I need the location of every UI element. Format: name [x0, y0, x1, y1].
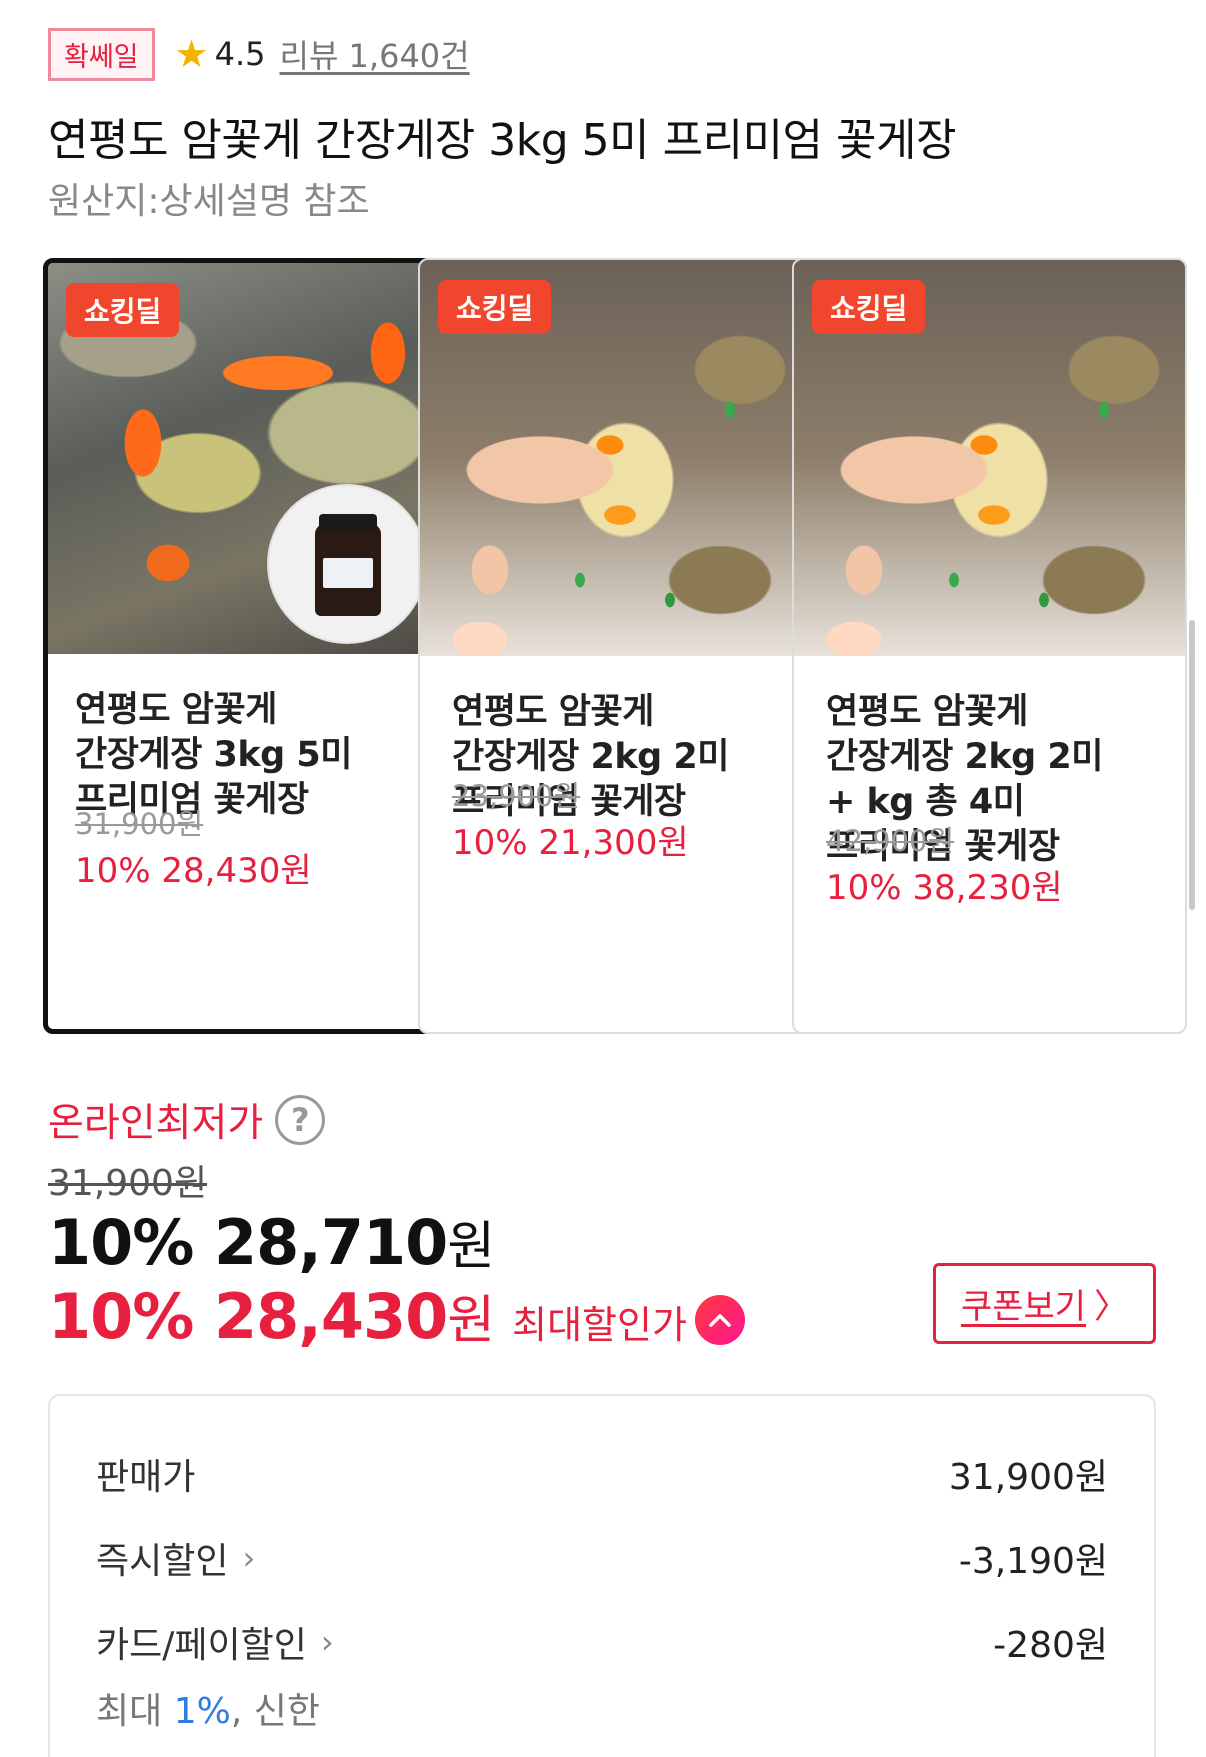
option-card-3[interactable]: 쇼킹딜 연평도 암꽃게 간장게장 2kg 2미 + kg 총 4미 프리미엄 꽃…	[792, 258, 1187, 1034]
max-discount-row: 10% 28,430원 최대할인가	[48, 1278, 745, 1353]
product-title: 연평도 암꽃게 간장게장 3kg 5미 프리미엄 꽃게장	[48, 115, 956, 166]
origin-text: 원산지:상세설명 참조	[48, 181, 370, 222]
option-image: 쇼킹딜	[48, 263, 433, 654]
lowest-price-label: 온라인최저가	[48, 1101, 264, 1146]
lowest-price-row: 온라인최저가 ?	[48, 1092, 326, 1148]
option-sale-price: 10% 21,300원	[452, 823, 689, 863]
option-image: 쇼킹딜	[420, 260, 811, 656]
rating-value: 4.5	[214, 35, 266, 73]
option-card-1[interactable]: 쇼킹딜 연평도 암꽃게 간장게장 3kg 5미 프리미엄 꽃게장 31,900원…	[43, 258, 438, 1034]
price-breakdown: 판매가 31,900원 즉시할인 › -3,190원 카드/페이할인 › -28…	[48, 1394, 1156, 1757]
product-detail-page: 확쎄일 ★ 4.5 리뷰 1,640건 연평도 암꽃게 간장게장 3kg 5미 …	[0, 0, 1206, 1757]
breakdown-value: -280원	[993, 1625, 1108, 1666]
option-original-price: 31,900원	[75, 807, 204, 841]
chevron-right-icon: ›	[242, 1539, 256, 1577]
max-discount-price: 10% 28,430원	[48, 1278, 495, 1353]
breakdown-value: 31,900원	[948, 1457, 1108, 1498]
max-discount-label: 최대할인가	[512, 1303, 687, 1347]
option-original-price: 42,900원	[826, 824, 955, 858]
shocking-deal-badge: 쇼킹딜	[438, 280, 552, 334]
coupon-button[interactable]: 쿠폰보기 〉	[933, 1263, 1156, 1344]
breakdown-label-wrap: 즉시할인 ›	[96, 1532, 255, 1584]
review-count-link[interactable]: 리뷰 1,640건	[280, 31, 470, 77]
chevron-right-icon: ›	[320, 1623, 334, 1661]
sale-percent: 10%	[48, 1206, 194, 1279]
original-price: 31,900원	[48, 1163, 208, 1204]
breakdown-row[interactable]: 즉시할인 › -3,190원	[96, 1532, 1108, 1584]
note-prefix: 최대	[96, 1691, 174, 1732]
option-carousel[interactable]: 쇼킹딜 연평도 암꽃게 간장게장 3kg 5미 프리미엄 꽃게장 31,900원…	[0, 258, 1206, 1034]
breakdown-label: 즉시할인	[96, 1541, 229, 1582]
option-sale-price: 10% 28,430원	[75, 851, 312, 891]
shocking-deal-badge: 쇼킹딜	[66, 283, 180, 337]
sale-amount: 28,710	[214, 1206, 448, 1279]
caret-up-icon[interactable]	[694, 1294, 745, 1345]
rating-row: 확쎄일 ★ 4.5 리뷰 1,640건	[48, 26, 470, 82]
sale-price: 10% 28,710원	[48, 1204, 495, 1279]
chevron-right-icon: 〉	[1094, 1287, 1129, 1327]
product-jar-image	[267, 484, 427, 644]
breakdown-label: 판매가	[96, 1457, 196, 1498]
breakdown-row[interactable]: 카드/페이할인 › -280원	[96, 1616, 1108, 1668]
help-icon[interactable]: ?	[275, 1095, 326, 1145]
note-suffix: , 신한	[230, 1691, 320, 1732]
option-image: 쇼킹딜	[794, 260, 1185, 656]
note-highlight: 1%	[173, 1691, 231, 1732]
shocking-deal-badge: 쇼킹딜	[812, 280, 926, 334]
card-discount-note: 최대 1%, 신한	[96, 1682, 320, 1734]
sale-badge: 확쎄일	[48, 27, 155, 81]
option-original-price: 23,900원	[452, 779, 581, 813]
breakdown-row: 판매가 31,900원	[96, 1448, 1108, 1500]
won-unit: 원	[447, 1291, 495, 1351]
breakdown-label-wrap: 카드/페이할인 ›	[96, 1616, 334, 1668]
breakdown-value: -3,190원	[958, 1541, 1108, 1582]
option-card-2[interactable]: 쇼킹딜 연평도 암꽃게 간장게장 2kg 2미 프리미엄 꽃게장 23,900원…	[418, 258, 813, 1034]
breakdown-label: 카드/페이할인	[96, 1625, 307, 1666]
max-amount: 28,430	[214, 1280, 448, 1353]
star-icon: ★	[174, 32, 209, 76]
coupon-button-label: 쿠폰보기	[960, 1287, 1087, 1327]
scrollbar[interactable]	[1189, 620, 1195, 910]
option-sale-price: 10% 38,230원	[826, 868, 1063, 908]
won-unit: 원	[447, 1217, 495, 1277]
max-percent: 10%	[48, 1280, 194, 1353]
